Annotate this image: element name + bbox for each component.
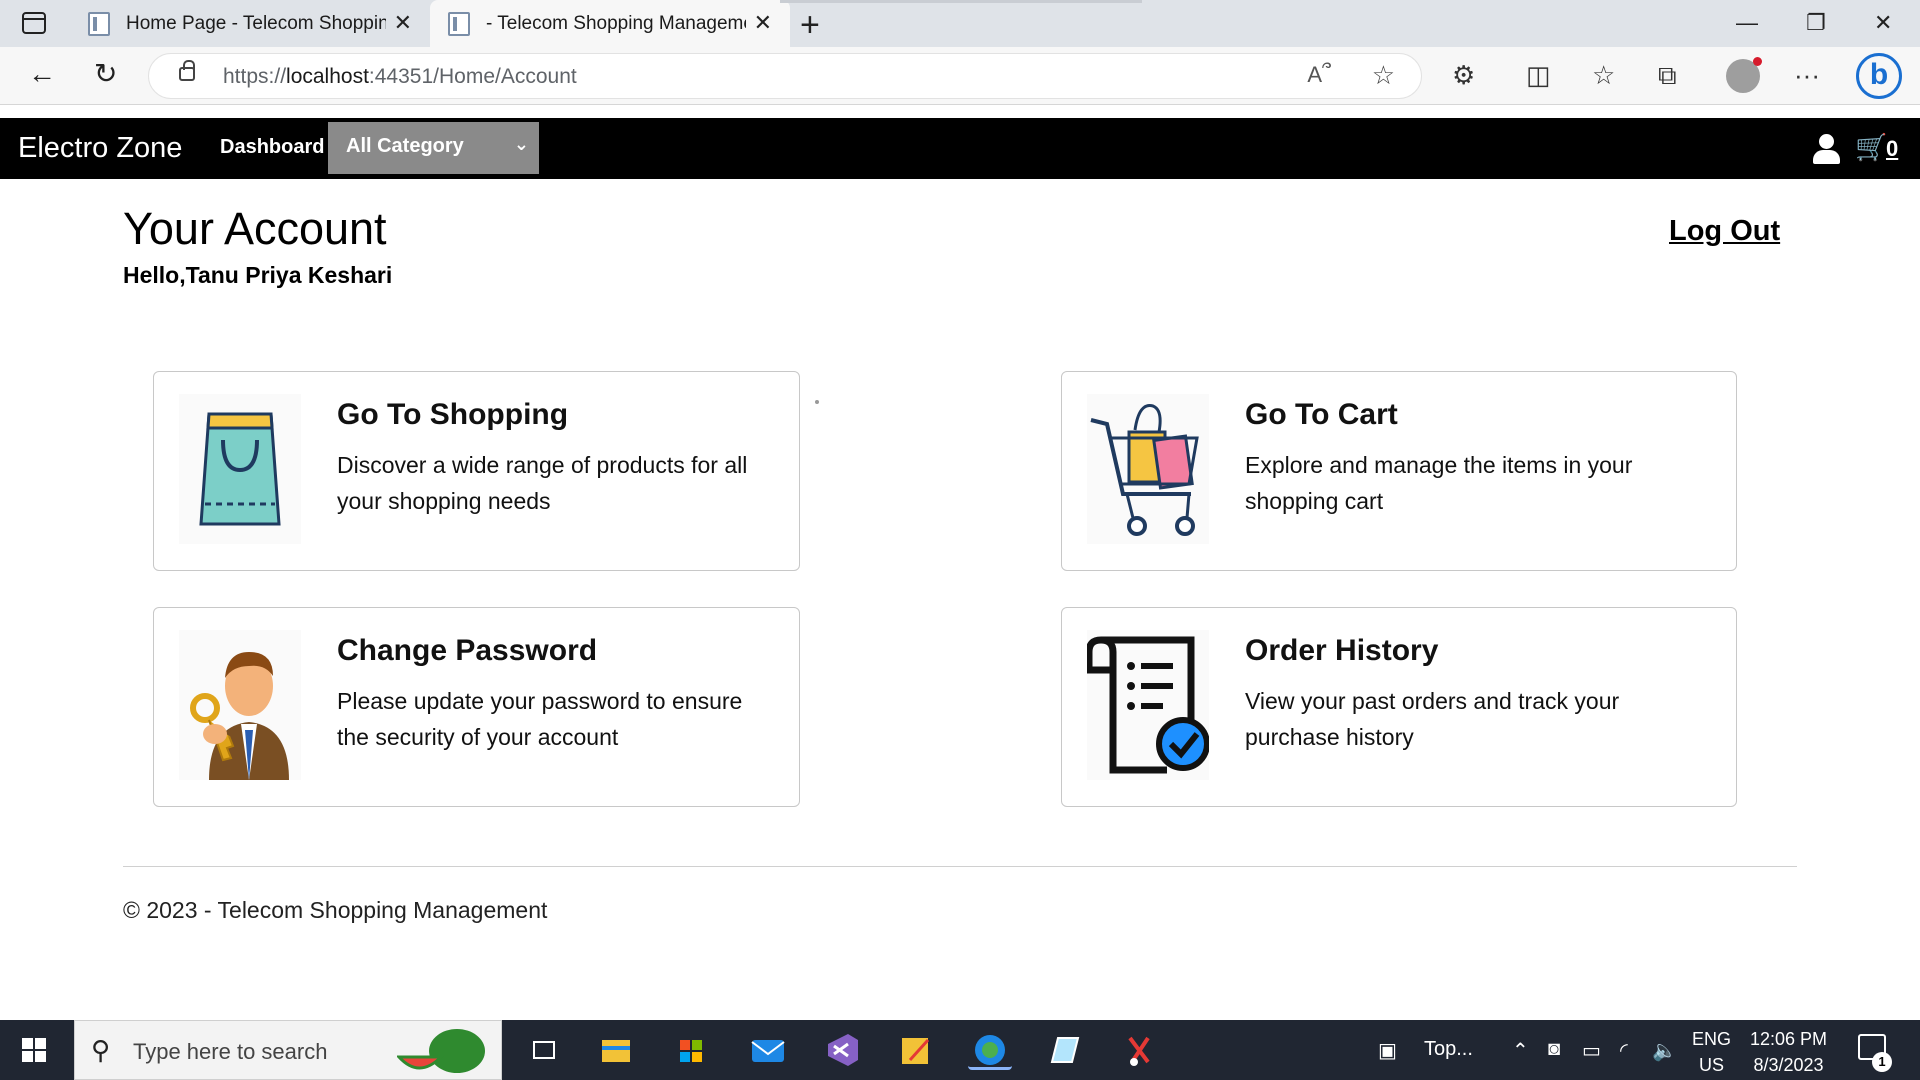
nav-dashboard-link[interactable]: Dashboard (220, 136, 324, 159)
search-placeholder: Type here to search (133, 1039, 328, 1064)
user-greeting: Hello,Tanu Priya Keshari (123, 262, 393, 288)
man-with-key-icon (179, 630, 301, 780)
wifi-icon[interactable]: ◜ (1620, 1038, 1628, 1063)
cart-icon[interactable]: 🛒 (1855, 132, 1887, 163)
mail-icon[interactable] (746, 1030, 790, 1070)
card-description: View your past orders and track your pur… (1245, 688, 1620, 750)
card-description: Please update your password to ensure th… (337, 688, 743, 750)
split-screen-icon[interactable]: ◫ (1526, 61, 1551, 89)
edge-browser-icon[interactable] (968, 1030, 1012, 1070)
windows-taskbar: ⚲ Type here to search ▣ Top... ⌃ ◙ ▭ ◜ 🔈… (0, 1020, 1920, 1080)
restore-icon[interactable]: ❐ (1806, 10, 1826, 36)
refresh-icon[interactable]: ↻ (94, 59, 117, 89)
system-clock[interactable]: 12:06 PM 8/3/2023 (1750, 1026, 1827, 1078)
loading-track (780, 0, 1142, 3)
site-header: Electro Zone Dashboard All Category ⌄ 🛒 … (0, 118, 1920, 179)
tab-actions-icon[interactable] (22, 12, 46, 34)
window-close-icon[interactable]: ✕ (1874, 10, 1892, 36)
read-aloud-icon[interactable]: A՞ (1307, 62, 1331, 88)
shopping-cart-icon (1087, 394, 1209, 544)
browser-tab-strip: Home Page - Telecom Shopping ✕ - Telecom… (0, 0, 1920, 47)
card-title[interactable]: Change Password (337, 634, 597, 668)
card-title[interactable]: Go To Cart (1245, 398, 1398, 432)
user-icon[interactable] (1813, 134, 1840, 164)
back-icon[interactable]: ← (28, 59, 56, 89)
logout-link[interactable]: Log Out (1669, 215, 1780, 248)
minimize-icon[interactable]: — (1736, 10, 1758, 36)
volume-icon[interactable]: 🔈 (1652, 1038, 1677, 1063)
category-select-value: All Category (346, 135, 464, 157)
shopping-bag-icon (179, 394, 301, 544)
watermelon-icon (395, 1027, 487, 1075)
extensions-icon[interactable]: ⚙ (1452, 61, 1475, 89)
snipping-tool-icon[interactable] (1118, 1030, 1162, 1070)
notepad-icon[interactable] (1042, 1030, 1086, 1070)
app-tools-icon[interactable] (894, 1030, 938, 1070)
tab-home-page[interactable]: Home Page - Telecom Shopping ✕ (70, 0, 430, 47)
windows-start-icon[interactable] (22, 1038, 46, 1062)
tab-label: Home Page - Telecom Shopping (126, 12, 386, 34)
chevron-down-icon: ⌄ (513, 134, 529, 154)
browser-toolbar: ← ↻ https://localhost:44351/Home/Account… (0, 47, 1920, 105)
collections-icon[interactable]: ⧉ (1658, 61, 1677, 89)
card-go-to-cart[interactable]: Go To Cart Explore and manage the items … (1061, 371, 1737, 571)
favorites-icon[interactable]: ☆ (1592, 61, 1615, 89)
url-text: https://localhost:44351/Home/Account (223, 65, 577, 88)
card-order-history[interactable]: Order History View your past orders and … (1061, 607, 1737, 807)
bing-copilot-icon[interactable]: b (1856, 53, 1902, 99)
language-indicator[interactable]: ENG US (1692, 1026, 1731, 1078)
stray-dot (815, 400, 819, 404)
microsoft-store-icon[interactable] (670, 1030, 714, 1070)
search-icon: ⚲ (91, 1035, 111, 1065)
order-receipt-check-icon (1085, 630, 1210, 780)
taskbar-search-input[interactable]: ⚲ Type here to search (74, 1020, 502, 1080)
page-favicon-icon (88, 11, 110, 36)
card-description: Explore and manage the items in your sho… (1245, 452, 1633, 514)
favorite-star-icon[interactable]: ☆ (1372, 60, 1395, 91)
card-description: Discover a wide range of products for al… (337, 452, 748, 514)
battery-icon[interactable]: ▭ (1582, 1038, 1601, 1063)
new-tab-icon[interactable]: + (800, 6, 820, 45)
meet-icon[interactable]: ◙ (1548, 1038, 1560, 1061)
more-menu-icon[interactable]: ··· (1794, 61, 1820, 89)
chevron-up-icon[interactable]: ⌃ (1512, 1038, 1529, 1063)
category-select[interactable]: All Category ⌄ (328, 122, 539, 174)
file-explorer-icon[interactable] (594, 1030, 638, 1070)
tab-account[interactable]: - Telecom Shopping Managemer ✕ (430, 0, 790, 47)
cart-count-badge[interactable]: 0 (1886, 136, 1898, 162)
card-change-password[interactable]: Change Password Please update your passw… (153, 607, 800, 807)
task-view-icon[interactable] (522, 1030, 566, 1070)
close-tab-icon[interactable]: ✕ (754, 12, 772, 34)
card-go-to-shopping[interactable]: Go To Shopping Discover a wide range of … (153, 371, 800, 571)
footer-divider (123, 866, 1797, 867)
footer-copyright: © 2023 - Telecom Shopping Management (123, 897, 548, 923)
widgets-icon[interactable]: ▣ (1378, 1038, 1397, 1063)
page-favicon-icon (448, 11, 470, 36)
card-title[interactable]: Order History (1245, 634, 1438, 668)
site-brand[interactable]: Electro Zone (18, 132, 182, 165)
lock-icon[interactable] (179, 60, 195, 81)
address-bar[interactable]: https://localhost:44351/Home/Account A՞ … (148, 53, 1422, 99)
card-title[interactable]: Go To Shopping (337, 398, 568, 432)
profile-avatar[interactable] (1726, 57, 1762, 93)
visual-studio-icon[interactable] (820, 1030, 864, 1070)
close-tab-icon[interactable]: ✕ (394, 12, 412, 34)
page-title: Your Account (123, 203, 387, 254)
widgets-label[interactable]: Top... (1424, 1038, 1473, 1061)
tab-label: - Telecom Shopping Managemer (486, 12, 746, 34)
notification-count-badge: 1 (1872, 1052, 1892, 1072)
